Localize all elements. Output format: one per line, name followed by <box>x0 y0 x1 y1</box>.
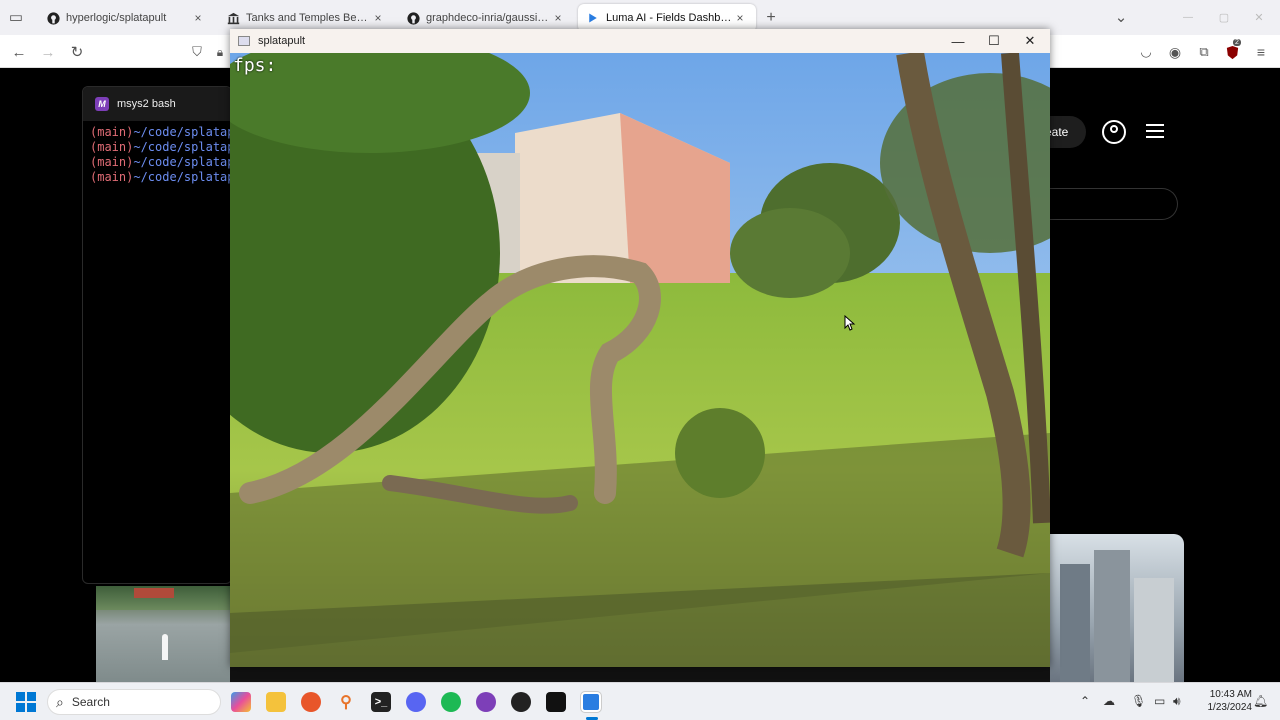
volume-icon[interactable]: 🔊︎ <box>1173 694 1181 709</box>
splatapult-window[interactable]: splatapult — ☐ ✕ fps: <box>230 29 1050 667</box>
clock-time: 10:43 AM <box>1209 689 1252 700</box>
tab-close-icon[interactable]: × <box>370 11 386 25</box>
lock-icon[interactable]: 🔒︎ <box>209 41 231 63</box>
github-icon <box>46 11 60 25</box>
firefox-icon[interactable] <box>301 692 321 712</box>
microphone-icon[interactable]: 🎙︎ <box>1131 694 1146 708</box>
tab-splatapult[interactable]: hyperlogic/splatapult × <box>38 4 214 32</box>
tree <box>730 208 850 298</box>
capture-thumbnail-strip <box>230 666 1050 682</box>
tab-luma-dashboard[interactable]: Luma AI - Fields Dashboard × <box>578 4 756 32</box>
windows-taskbar: ⌕ Search ⚲ >_ ⌃ ☁ 🎙︎ ▭ 🔊︎ 10:43 AM 1/23/… <box>0 682 1280 720</box>
maximize-button[interactable]: ☐ <box>976 29 1012 53</box>
taskbar-search-box[interactable]: ⌕ Search <box>47 689 221 715</box>
tray-overflow-icon[interactable]: ⌃ <box>1080 694 1090 708</box>
tab-gaussian-splatting[interactable]: graphdeco-inria/gaussian-splatting × <box>398 4 574 32</box>
tab-tanks-and-temples[interactable]: Tanks and Temples Benchmark × <box>218 4 394 32</box>
tab-list-icon[interactable]: ⌄ <box>1110 6 1132 28</box>
tab-close-icon[interactable]: × <box>732 11 748 25</box>
copilot-icon[interactable] <box>231 692 251 712</box>
luma-header-actions: eate <box>1040 116 1240 148</box>
system-clock[interactable]: 10:43 AM 1/23/2024 <box>1196 688 1253 714</box>
luma-icon <box>586 11 600 25</box>
tab-close-icon[interactable]: × <box>190 11 206 25</box>
browser-minimize-button[interactable]: — <box>1177 6 1199 28</box>
new-tab-button[interactable]: + <box>760 7 782 29</box>
tab-overview-icon[interactable]: ▭ <box>5 6 27 28</box>
spotify-icon[interactable] <box>441 692 461 712</box>
mouse-cursor-icon <box>844 315 856 331</box>
ublock-icon[interactable]: 2 <box>1221 39 1243 63</box>
discord-icon[interactable] <box>406 692 426 712</box>
terminal-line: (main)~/code/splatapult <box>90 140 231 154</box>
capture-thumbnail[interactable] <box>96 586 230 682</box>
terminal-line: (main)~/code/splatapult <box>90 155 231 169</box>
tab-label: hyperlogic/splatapult <box>66 12 167 24</box>
tab-label: graphdeco-inria/gaussian-splatting <box>426 12 550 24</box>
terminal-icon[interactable]: >_ <box>371 692 391 712</box>
splatapult-title-bar[interactable]: splatapult — ☐ ✕ <box>230 29 1050 53</box>
menu-icon[interactable]: ≡ <box>1250 41 1272 63</box>
terminal-line: (main)~/code/splatapult <box>90 170 231 184</box>
clock-date: 1/23/2024 <box>1207 702 1253 713</box>
extensions-icon[interactable]: ⧉ <box>1193 41 1215 63</box>
terminal-title-bar[interactable]: M msys2 bash <box>83 87 231 121</box>
museum-icon <box>226 11 240 25</box>
network-icon[interactable]: ▭ <box>1154 694 1165 708</box>
search-placeholder: Search <box>71 695 110 709</box>
tab-close-icon[interactable]: × <box>550 11 566 25</box>
tab-label: Luma AI - Fields Dashboard <box>606 12 732 24</box>
splatapult-taskbar-icon[interactable] <box>580 691 602 713</box>
rendered-scene <box>230 53 1050 667</box>
minimize-button[interactable]: — <box>940 29 976 53</box>
pocket-icon[interactable]: ◡ <box>1135 41 1157 63</box>
msys2-logo: M <box>95 97 109 111</box>
account-icon[interactable]: ◉ <box>1164 41 1186 63</box>
fps-counter: fps: <box>233 55 277 76</box>
capture-thumbnail[interactable] <box>1050 534 1184 682</box>
close-button[interactable]: ✕ <box>1012 29 1048 53</box>
shield-icon[interactable]: ⛉ <box>186 41 208 63</box>
search-tool-icon[interactable]: ⚲ <box>336 692 356 712</box>
obs-icon[interactable] <box>511 692 531 712</box>
browser-maximize-button[interactable]: ▢ <box>1213 6 1235 28</box>
onedrive-icon[interactable]: ☁ <box>1103 694 1115 708</box>
notification-bell-icon[interactable]: 🔔︎ <box>1253 694 1268 708</box>
splat-render-viewport[interactable]: fps: <box>230 53 1050 667</box>
browser-close-button[interactable]: ✕ <box>1248 6 1270 28</box>
terminal-line: (main)~/code/splatapult <box>90 125 231 139</box>
terminal-window[interactable]: M msys2 bash (main)~/code/splatapult (ma… <box>82 86 232 584</box>
back-icon[interactable]: ← <box>8 41 30 63</box>
search-icon: ⌕ <box>56 693 64 710</box>
user-icon[interactable] <box>1102 120 1126 144</box>
app-icon <box>238 36 250 46</box>
hamburger-menu-icon[interactable] <box>1146 124 1164 138</box>
terminal-title: msys2 bash <box>117 98 176 110</box>
app-icon-purple[interactable] <box>476 692 496 712</box>
terminal-output[interactable]: (main)~/code/splatapult (main)~/code/spl… <box>83 121 231 185</box>
window-title: splatapult <box>258 35 306 47</box>
search-input[interactable] <box>1040 188 1178 220</box>
file-explorer-icon[interactable] <box>266 692 286 712</box>
shrub <box>675 408 765 498</box>
windows-start-icon[interactable] <box>16 692 36 712</box>
notification-badge: 2 <box>1233 39 1241 46</box>
github-icon <box>406 11 420 25</box>
tab-label: Tanks and Temples Benchmark <box>246 12 370 24</box>
reload-icon[interactable]: ↻ <box>66 41 88 63</box>
forward-icon[interactable]: → <box>37 41 59 63</box>
app-icon-dark[interactable] <box>546 692 566 712</box>
